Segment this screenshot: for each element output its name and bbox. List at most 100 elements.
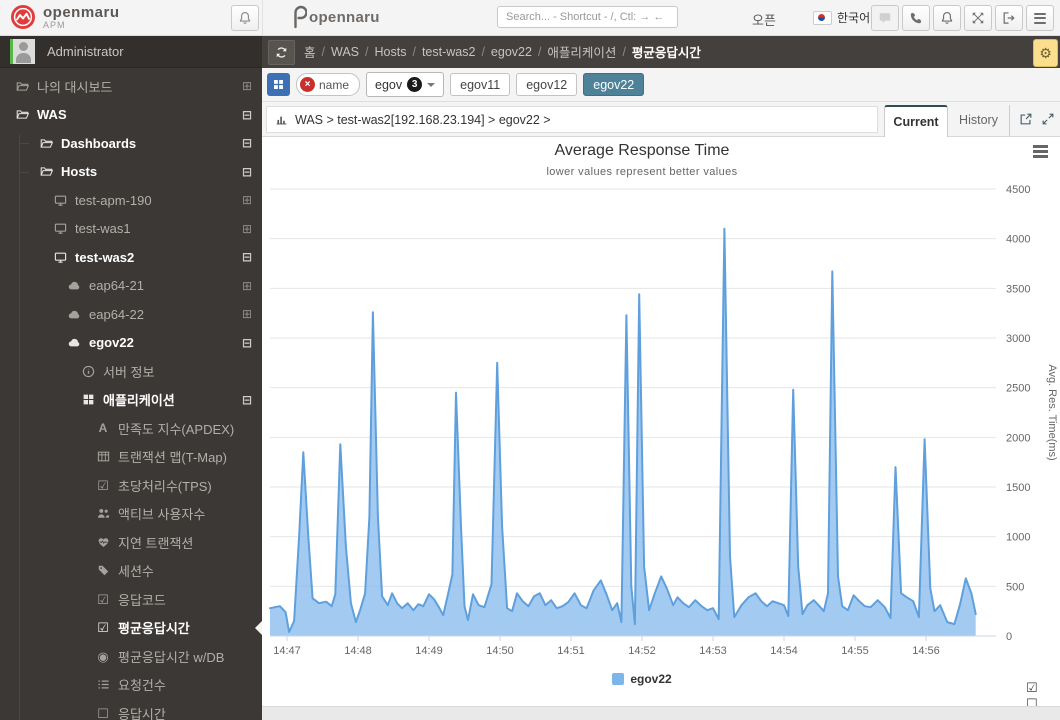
chart-panel: WAS > test-was2[192.168.23.194] > egov22… — [262, 102, 1060, 711]
sidebar-item-label: 서버 정보 — [103, 364, 155, 380]
chat-button[interactable] — [871, 5, 899, 31]
settings-button[interactable]: ⚙ — [1033, 39, 1058, 67]
breadcrumb-separator: / — [412, 44, 416, 59]
chart-menu-button[interactable] — [1033, 145, 1048, 160]
sidebar-item-menu-0[interactable]: 나의 대시보드 ⊞ — [0, 72, 262, 101]
sidebar-user[interactable]: Administrator — [0, 35, 262, 68]
chart-bar-icon — [276, 116, 287, 125]
sidebar-item-label: test-apm-190 — [75, 192, 152, 208]
collapse-toggle-icon[interactable]: ⊟ — [242, 336, 252, 350]
info-icon — [80, 365, 96, 378]
sidebar-item-label: 평균응답시간 — [118, 621, 190, 637]
sidebar-item-tps[interactable]: ☑ 초당처리수(TPS) — [0, 471, 262, 500]
name-filter-label: name — [319, 77, 350, 92]
sidebar-item-egov22[interactable]: egov22 ⊟ — [0, 329, 262, 358]
sidebar-item-hosts[interactable]: Hosts ⊟ — [0, 158, 262, 187]
breadcrumb-item[interactable]: 홈 — [304, 42, 316, 61]
svg-text:14:54: 14:54 — [770, 645, 798, 657]
bell-button[interactable] — [933, 5, 961, 31]
breadcrumb-item[interactable]: 평균응답시간 — [632, 42, 701, 61]
breadcrumb-separator: / — [537, 44, 542, 59]
tab-current[interactable]: Current — [884, 105, 948, 137]
sidebar-item-label: eap64-22 — [89, 306, 144, 322]
sidebar-item-menu-17[interactable]: 세션수 — [0, 557, 262, 586]
breadcrumb-item[interactable]: 애플리케이션 — [547, 42, 616, 61]
expand-toggle-icon[interactable]: ⊞ — [242, 279, 252, 293]
sidebar-item-eap64-21[interactable]: eap64-21 ⊞ — [0, 272, 262, 301]
sidebar-item-menu-19[interactable]: ☑ 평균응답시간 — [0, 614, 262, 643]
bottom-strip — [262, 706, 1060, 720]
monitor-icon — [52, 251, 68, 264]
sidebar-item-eap64-22[interactable]: eap64-22 ⊞ — [0, 300, 262, 329]
open-external-button[interactable] — [1019, 112, 1033, 126]
sidebar-item-label: 트랜잭션 맵(T-Map) — [118, 450, 227, 466]
refresh-button[interactable] — [268, 40, 295, 65]
sidebar-item-test-was2[interactable]: test-was2 ⊟ — [0, 243, 262, 272]
resize-panel-button[interactable] — [1041, 112, 1055, 126]
svg-text:14:51: 14:51 — [557, 645, 585, 657]
collapse-toggle-icon[interactable]: ⊟ — [242, 393, 252, 407]
signout-button[interactable] — [995, 5, 1023, 31]
collapse-toggle-icon[interactable]: ⊟ — [242, 165, 252, 179]
brand-sub: APM — [43, 19, 66, 30]
expand-toggle-icon[interactable]: ⊞ — [242, 307, 252, 321]
sidebar-item-menu-16[interactable]: 지연 트랜잭션 — [0, 528, 262, 557]
sidebar-item-menu-15[interactable]: 액티브 사용자수 — [0, 500, 262, 529]
sidebar-item-menu-10[interactable]: 서버 정보 — [0, 357, 262, 386]
sidebar-item-w-db[interactable]: ◉ 평균응답시간 w/DB — [0, 642, 262, 671]
sidebar-item-test-apm-190[interactable]: test-apm-190 ⊞ — [0, 186, 262, 215]
phone-icon — [910, 12, 922, 24]
breadcrumb-item[interactable]: egov22 — [491, 45, 532, 59]
notification-bell-button[interactable] — [231, 5, 259, 31]
sidebar-item-label: 액티브 사용자수 — [118, 507, 206, 523]
sidebar-item-was[interactable]: WAS ⊟ — [0, 101, 262, 130]
sidebar-item-menu-21[interactable]: 요청건수 — [0, 671, 262, 700]
sidebar-item-dashboards[interactable]: Dashboards ⊟ — [0, 129, 262, 158]
sidebar-item-t-map[interactable]: 트랜잭션 맵(T-Map) — [0, 443, 262, 472]
top-header: openmaru APM opennaru 오픈 한국어 — [0, 0, 1060, 36]
svg-text:14:48: 14:48 — [344, 645, 372, 657]
breadcrumb-item[interactable]: test-was2 — [422, 45, 476, 59]
search-input[interactable] — [497, 6, 678, 28]
cloud-icon — [66, 336, 82, 349]
opennaru-logo-text: opennaru — [309, 8, 380, 26]
sidebar-item-test-was1[interactable]: test-was1 ⊞ — [0, 215, 262, 244]
svg-text:4000: 4000 — [1006, 234, 1030, 246]
remove-filter-icon[interactable]: × — [300, 77, 315, 92]
collapse-toggle-icon[interactable]: ⊟ — [242, 136, 252, 150]
breadcrumb-item[interactable]: Hosts — [375, 45, 407, 59]
expand-toggle-icon[interactable]: ⊞ — [242, 79, 252, 93]
chip-egov11[interactable]: egov11 — [450, 73, 511, 96]
collapse-toggle-icon[interactable]: ⊟ — [242, 250, 252, 264]
sidebar-item-menu-18[interactable]: ☑ 응답코드 — [0, 585, 262, 614]
sidebar-item-apdex[interactable]: A 만족도 지수(APDEX) — [0, 414, 262, 443]
sidebar-item-label: Dashboards — [61, 135, 137, 151]
gear-icon: ⚙ — [1039, 44, 1052, 61]
panel-header: WAS > test-was2[192.168.23.194] > egov22… — [262, 102, 1060, 137]
chip-egov12[interactable]: egov12 — [516, 73, 578, 96]
sidebar-item-label: 평균응답시간 w/DB — [118, 649, 225, 665]
sidebar-item-menu-11[interactable]: 애플리케이션 ⊟ — [0, 386, 262, 415]
egov-dropdown[interactable]: egov 3 — [366, 72, 445, 97]
tab-history[interactable]: History — [948, 105, 1010, 137]
grid-view-button[interactable] — [267, 73, 290, 96]
hamburger-button[interactable] — [1026, 5, 1054, 31]
expand-toggle-icon[interactable]: ⊞ — [242, 193, 252, 207]
external-link-icon — [1020, 113, 1032, 125]
filter-bar: × name egov 3 egov11 egov12 egov22 — [262, 68, 1060, 102]
svg-text:14:47: 14:47 — [273, 645, 301, 657]
instance-chips: egov11 egov12 egov22 — [450, 73, 645, 96]
phone-button[interactable] — [902, 5, 930, 31]
chart-legend[interactable]: egov22 — [262, 672, 1022, 686]
open-label: 오픈 — [752, 13, 776, 28]
name-filter-tag[interactable]: × name — [296, 73, 361, 96]
sidebar-item-menu-22[interactable]: ☐ 응답시간 — [0, 699, 262, 720]
breadcrumb-item[interactable]: WAS — [331, 45, 359, 59]
font-a-icon: A — [98, 421, 108, 436]
expand-button[interactable] — [964, 5, 992, 31]
chip-egov22[interactable]: egov22 — [583, 73, 645, 96]
collapse-toggle-icon[interactable]: ⊟ — [242, 108, 252, 122]
resize-diagonal-icon — [1042, 113, 1054, 125]
expand-toggle-icon[interactable]: ⊞ — [242, 222, 252, 236]
grid-icon — [274, 80, 283, 89]
